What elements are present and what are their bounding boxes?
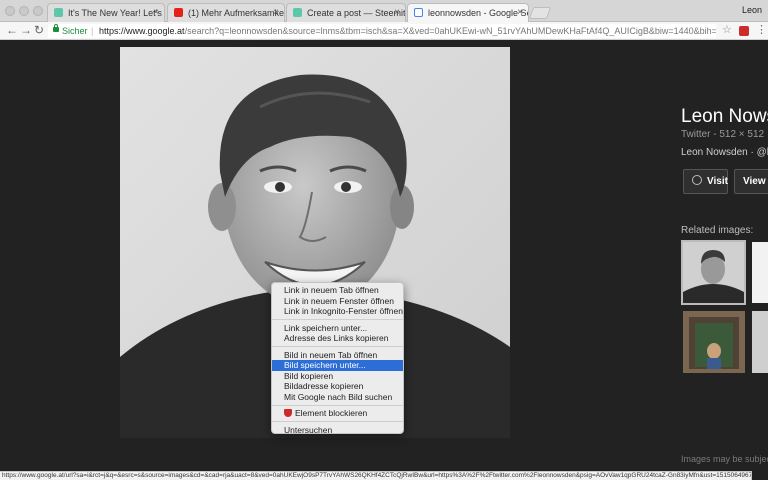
- window-close-button[interactable]: [5, 6, 15, 16]
- context-menu: Link in neuem Tab öffnen Link in neuem F…: [271, 282, 404, 436]
- bookmark-star-icon[interactable]: ☆: [722, 23, 732, 36]
- related-thumbnail[interactable]: [752, 311, 768, 373]
- steemit-favicon-icon: [293, 8, 302, 17]
- result-caption[interactable]: Leon Nowsden · @l: [681, 147, 768, 158]
- address-bar[interactable]: Sicher | https://www.google.at/search?q=…: [48, 24, 716, 38]
- tab-title: leonnowsden - Google Search: [428, 8, 528, 18]
- url-text[interactable]: https://www.google.at/search?q=leonnowsd…: [99, 24, 716, 38]
- menu-item-save-image-as[interactable]: Bild speichern unter...: [272, 360, 403, 371]
- new-tab-button[interactable]: [528, 7, 552, 19]
- menu-divider: [272, 319, 403, 320]
- adblock-shield-icon: [284, 409, 292, 417]
- menu-item-copy-link-address[interactable]: Adresse des Links kopieren: [272, 333, 403, 344]
- steemit-favicon-icon: [54, 8, 63, 17]
- tab-title: (1) Mehr Aufmerksamkeit A: [188, 8, 285, 18]
- secure-label[interactable]: Sicher: [62, 24, 88, 38]
- copyright-note: Images may be subject: [681, 454, 768, 464]
- visit-label: Visit: [707, 176, 728, 187]
- youtube-favicon-icon: [174, 8, 183, 17]
- menu-divider: [272, 346, 403, 347]
- menu-item-open-link-new-window[interactable]: Link in neuem Fenster öffnen: [272, 296, 403, 307]
- status-bar-url: https://www.google.at/url?sa=i&rct=j&q=&…: [0, 471, 752, 480]
- tab-google-search[interactable]: leonnowsden - Google Search ×: [407, 3, 529, 23]
- tab-create-post[interactable]: Create a post — Steemit ×: [286, 3, 406, 22]
- result-source: Twitter - 512 × 512: [681, 129, 765, 140]
- menu-item-label: Element blockieren: [295, 408, 368, 418]
- menu-divider: [272, 421, 403, 422]
- url-domain: https://www.google.at: [99, 26, 185, 36]
- window-zoom-button[interactable]: [33, 6, 43, 16]
- browser-menu-button[interactable]: ⋮: [756, 23, 767, 38]
- view-image-button[interactable]: View in: [734, 169, 768, 194]
- thumbnail-photo: [683, 311, 745, 373]
- tab-youtube[interactable]: (1) Mehr Aufmerksamkeit A◀) ×: [167, 3, 285, 22]
- related-images-heading: Related images:: [681, 225, 754, 236]
- google-favicon-icon: [414, 8, 423, 17]
- globe-icon: [692, 175, 702, 185]
- menu-item-copy-image[interactable]: Bild kopieren: [272, 371, 403, 382]
- thumbnail-photo: [683, 242, 744, 303]
- forward-button[interactable]: →: [20, 23, 32, 38]
- menu-item-copy-image-address[interactable]: Bildadresse kopieren: [272, 381, 403, 392]
- menu-item-save-link-as[interactable]: Link speichern unter...: [272, 323, 403, 334]
- menu-item-block-element[interactable]: Element blockieren: [272, 408, 403, 419]
- result-title[interactable]: Leon Nowsc: [681, 106, 768, 128]
- browser-toolbar: ← → ↻ Sicher | https://www.google.at/sea…: [0, 22, 768, 40]
- extension-icon[interactable]: [739, 26, 749, 36]
- menu-item-open-image-new-tab[interactable]: Bild in neuem Tab öffnen: [272, 350, 403, 361]
- menu-item-open-link-incognito[interactable]: Link in Inkognito-Fenster öffnen: [272, 306, 403, 317]
- related-thumbnail[interactable]: [752, 242, 768, 303]
- menu-divider: [272, 404, 403, 406]
- window-minimize-button[interactable]: [19, 6, 29, 16]
- tab-new-year[interactable]: It's The New Year! Let's Launc ×: [47, 3, 165, 22]
- view-label: View in: [743, 176, 768, 187]
- tab-strip: It's The New Year! Let's Launc × (1) Meh…: [0, 0, 768, 23]
- profile-name[interactable]: Leon: [742, 5, 762, 15]
- tab-close-icon[interactable]: ×: [153, 4, 159, 22]
- address-separator: |: [91, 26, 94, 36]
- image-viewer-panel: Leon Nowsc Twitter - 512 × 512 Leon Nows…: [0, 41, 768, 471]
- tab-title: Create a post — Steemit: [307, 8, 406, 18]
- menu-item-search-google-for-image[interactable]: Mit Google nach Bild suchen: [272, 392, 403, 403]
- menu-item-inspect[interactable]: Untersuchen: [272, 425, 403, 436]
- related-thumbnail[interactable]: [683, 311, 745, 373]
- tab-close-icon[interactable]: ×: [273, 4, 279, 22]
- url-path: /search?q=leonnowsden&source=lnms&tbm=is…: [184, 26, 716, 36]
- tab-close-icon[interactable]: ×: [394, 4, 400, 22]
- back-button[interactable]: ←: [6, 23, 18, 38]
- tab-close-icon[interactable]: ×: [517, 4, 523, 22]
- reload-button[interactable]: ↻: [34, 23, 44, 38]
- visit-button[interactable]: Visit: [683, 169, 728, 194]
- menu-item-open-link-new-tab[interactable]: Link in neuem Tab öffnen: [272, 285, 403, 296]
- tab-title: It's The New Year! Let's Launc: [68, 8, 164, 18]
- lock-icon: [53, 24, 59, 32]
- related-thumbnail[interactable]: [681, 240, 746, 305]
